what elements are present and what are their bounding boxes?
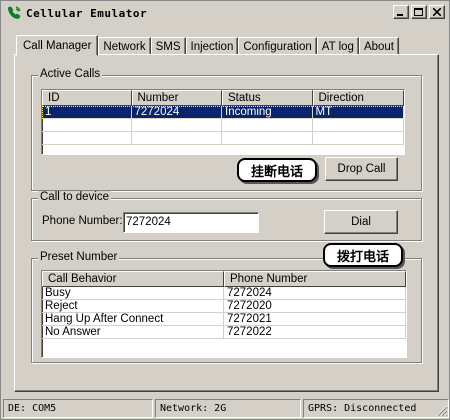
- tab-sms[interactable]: SMS: [150, 37, 186, 55]
- tab-configuration[interactable]: Configuration: [238, 37, 317, 55]
- active-calls-list[interactable]: ID Number Status Direction 1 7272024 Inc…: [41, 89, 405, 155]
- close-icon: [433, 8, 441, 16]
- table-row[interactable]: Hang Up After Connect 7272021: [42, 313, 406, 326]
- table-row[interactable]: Busy 7272024: [42, 287, 406, 300]
- call-status: Incoming: [222, 106, 313, 119]
- empty-row: [42, 132, 404, 145]
- active-calls-group: Active Calls ID Number Status Direction …: [31, 68, 422, 191]
- column-header-id[interactable]: ID: [42, 90, 132, 106]
- phone-number-input[interactable]: 7272024: [123, 212, 259, 233]
- phone-icon: [6, 5, 22, 21]
- preset-phone-number: 7272021: [224, 313, 406, 326]
- title-bar[interactable]: Cellular Emulator: [3, 3, 447, 23]
- call-behavior: Reject: [42, 300, 224, 313]
- column-header-status[interactable]: Status: [222, 90, 313, 106]
- table-row[interactable]: Reject 7272020: [42, 300, 406, 313]
- call-behavior: No Answer: [42, 326, 224, 339]
- main-window: Cellular Emulator Call Manager Network S…: [0, 0, 450, 420]
- column-header-direction[interactable]: Direction: [312, 90, 404, 106]
- preset-number-label: Preset Number: [38, 251, 120, 263]
- call-to-device-label: Call to device: [38, 191, 112, 203]
- active-calls-header: ID Number Status Direction: [42, 90, 404, 106]
- status-de: DE: COM5: [3, 399, 153, 418]
- maximize-button[interactable]: [411, 5, 427, 19]
- preset-phone-number: 7272020: [224, 300, 406, 313]
- preset-phone-number: 7272022: [224, 326, 406, 339]
- status-bar: DE: COM5 Network: 2G GPRS: Disconnected: [3, 399, 449, 418]
- resize-grip-icon[interactable]: [436, 405, 448, 417]
- hang-up-annotation: 挂断电话: [237, 158, 317, 182]
- empty-row: [42, 119, 404, 132]
- tab-at-log[interactable]: AT log: [316, 37, 359, 55]
- preset-number-header: Call Behavior Phone Number: [42, 271, 406, 287]
- status-network: Network: 2G: [155, 399, 301, 418]
- table-row[interactable]: No Answer 7272022: [42, 326, 406, 339]
- column-header-call-behavior[interactable]: Call Behavior: [42, 271, 224, 287]
- tab-strip: Call Manager Network SMS Injection Confi…: [16, 34, 400, 56]
- column-header-phone-number[interactable]: Phone Number: [224, 271, 406, 287]
- call-behavior: Busy: [42, 287, 224, 300]
- minimize-icon: [397, 14, 403, 16]
- tab-injection[interactable]: Injection: [185, 37, 239, 55]
- call-id: 1: [42, 106, 132, 119]
- tab-about[interactable]: About: [358, 37, 400, 55]
- dial-annotation: 拨打电话: [323, 243, 403, 267]
- drop-call-button[interactable]: Drop Call: [325, 157, 398, 181]
- preset-number-list[interactable]: Call Behavior Phone Number Busy 7272024 …: [41, 270, 407, 358]
- call-manager-panel: Active Calls ID Number Status Direction …: [14, 54, 439, 392]
- active-calls-label: Active Calls: [38, 68, 103, 80]
- call-number: 7272024: [131, 106, 222, 119]
- call-to-device-group: Call to device Phone Number: 7272024 Dia…: [31, 191, 422, 241]
- preset-number-group: Preset Number Call Behavior Phone Number…: [31, 251, 422, 363]
- close-button[interactable]: [429, 5, 445, 19]
- column-header-number[interactable]: Number: [131, 90, 222, 106]
- window-title: Cellular Emulator: [26, 6, 148, 20]
- phone-number-label: Phone Number:: [42, 215, 123, 227]
- tab-network[interactable]: Network: [98, 37, 151, 55]
- preset-phone-number: 7272024: [224, 287, 406, 300]
- status-gprs: GPRS: Disconnected: [303, 399, 449, 418]
- table-row[interactable]: 1 7272024 Incoming MT: [42, 106, 404, 119]
- maximize-icon: [414, 7, 423, 16]
- tab-call-manager[interactable]: Call Manager: [16, 35, 99, 56]
- call-direction: MT: [312, 106, 404, 119]
- minimize-button[interactable]: [393, 5, 409, 19]
- call-behavior: Hang Up After Connect: [42, 313, 224, 326]
- dial-button[interactable]: Dial: [324, 210, 398, 234]
